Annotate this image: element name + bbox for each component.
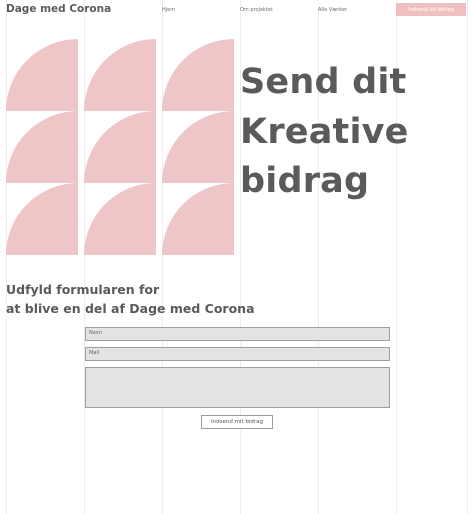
name-field[interactable]: Navn [85,327,390,341]
decorative-quarter-circle [6,183,78,255]
decorative-quarter-circle [84,39,156,111]
grid-line [84,0,85,514]
form-intro-line: Udfyld formularen for [6,282,160,297]
decorative-quarter-circle [162,39,234,111]
hero-heading-line: bidrag [240,161,370,201]
hero-heading-line: Kreative [240,111,409,152]
message-textarea[interactable] [85,367,390,408]
submit-contribution-nav-button[interactable]: Indsend dit bidrag [396,3,466,16]
form-intro-line: at blive en del af Dage med Corona [6,301,255,316]
grid-line [467,0,468,514]
decorative-quarter-circle [84,183,156,255]
nav-link-all-works[interactable]: Alle Værker [318,7,347,13]
decorative-quarter-circle [6,39,78,111]
grid-line [6,0,7,514]
site-logo[interactable]: Dage med Corona [6,3,111,15]
decorative-quarter-circle [162,111,234,183]
hero-heading-line: Send dit [240,62,407,102]
submit-contribution-button[interactable]: Indsend mit bidrag [201,415,273,429]
decorative-quarter-circle [6,111,78,183]
mail-field[interactable]: Mail [85,347,390,361]
form-intro-heading: Udfyld formularen for at blive en del af… [6,280,255,318]
decorative-quarter-circle [162,183,234,255]
nav-link-about[interactable]: Om projektet [240,7,273,13]
hero-heading: Send dit Kreative bidrag [240,58,409,207]
nav-link-home[interactable]: Hjem [162,7,175,13]
grid-line [162,0,163,514]
decorative-quarter-circle [84,111,156,183]
